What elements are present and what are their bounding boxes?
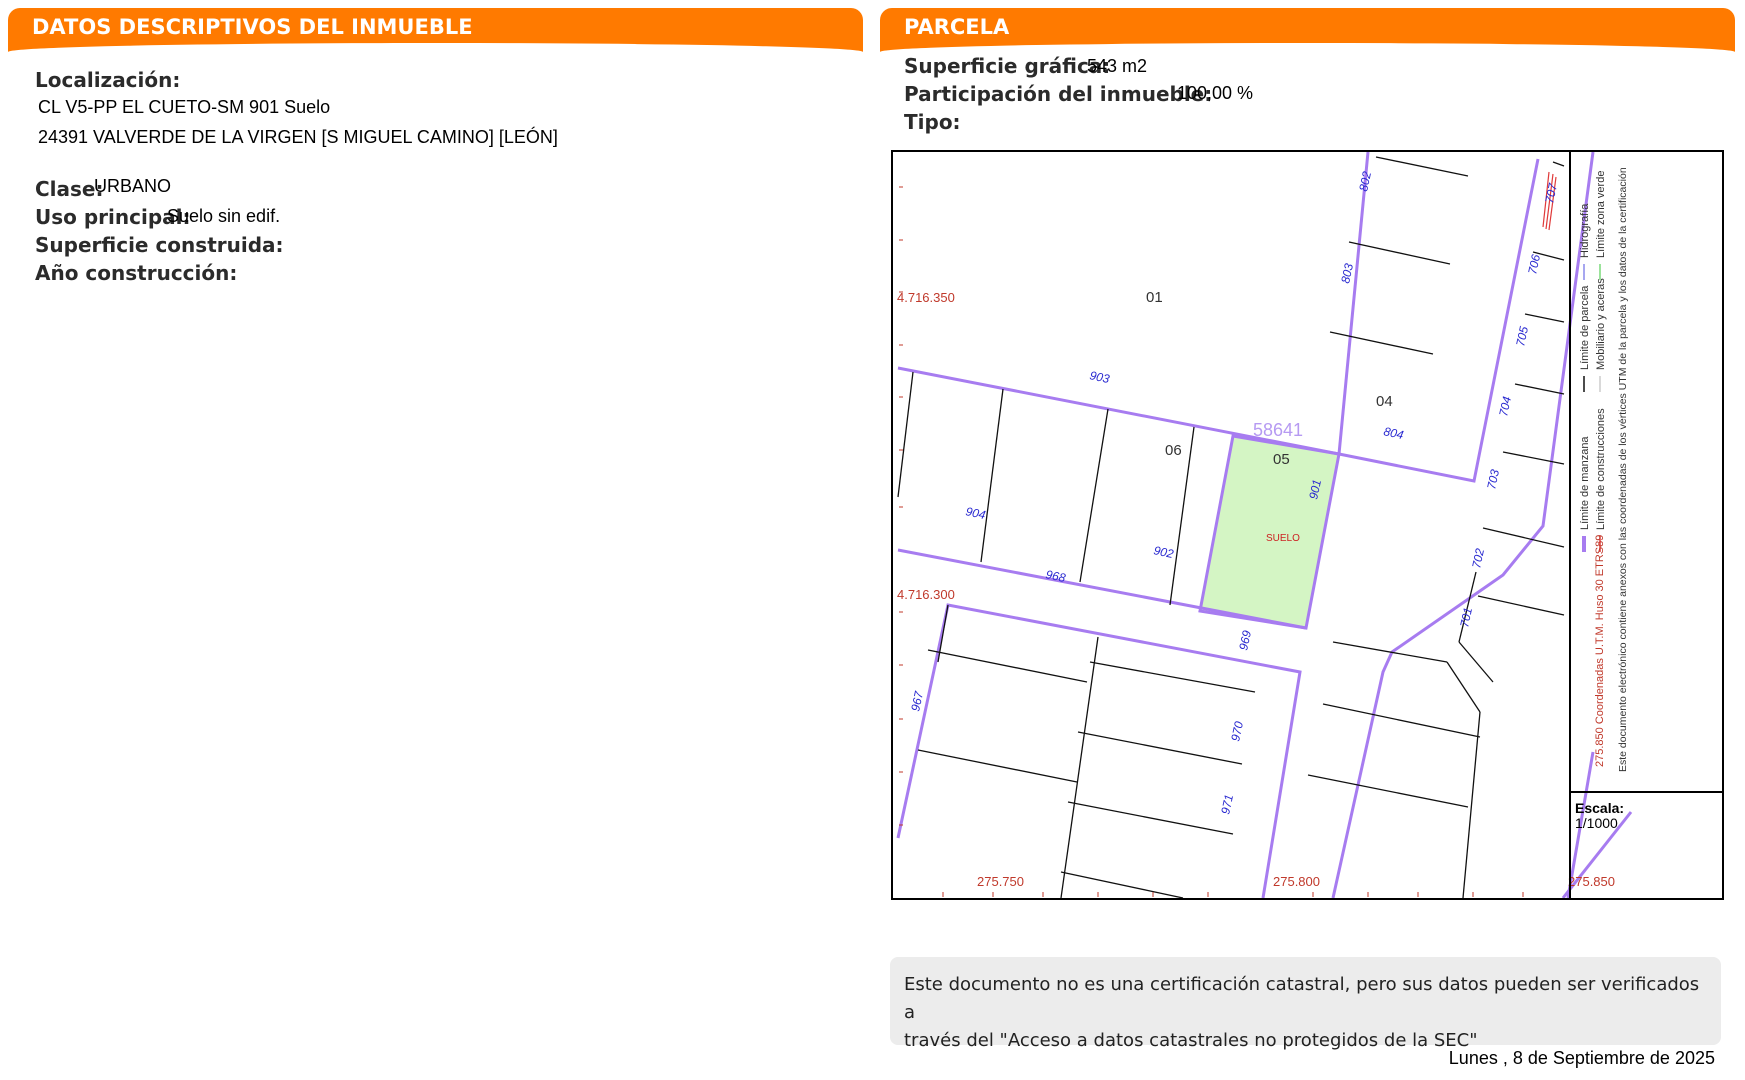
participacion-label: Participación del inmueble:	[904, 82, 1213, 106]
highlighted-parcel	[1198, 434, 1341, 630]
street-number: 804	[1382, 424, 1405, 442]
x-coord-label: 275.750	[977, 874, 1024, 889]
street-number: 902	[1152, 543, 1175, 561]
street-number: 706	[1525, 253, 1543, 276]
y-coord-label: 4.716.350	[897, 290, 955, 305]
parcel-use-label: SUELO	[1266, 533, 1300, 544]
legend-electronic-note: Este documento electrónico contiene anex…	[1617, 167, 1629, 772]
disclaimer-box: Este documento no es una certificación c…	[890, 957, 1721, 1051]
legend-zona-verde: Límite zona verde	[1595, 171, 1607, 258]
parcel-label: 05	[1273, 451, 1290, 468]
cadastral-map: 4.716.350 4.716.300 275.750 275.800 275.…	[891, 150, 1724, 900]
uso-principal-value: Suelo sin edif.	[167, 206, 281, 226]
x-coord-label: 275.800	[1273, 874, 1320, 889]
axis-ticks	[899, 186, 1524, 897]
street-number: 802	[1356, 170, 1374, 193]
street-number: 702	[1469, 547, 1487, 570]
property-data-panel: DATOS DESCRIPTIVOS DEL INMUEBLE	[8, 8, 863, 1068]
localizacion-label: Localización:	[35, 68, 181, 92]
street-number: 903	[1088, 368, 1111, 386]
street-number: 707	[1542, 181, 1560, 205]
disclaimer-line-1: Este documento no es una certificación c…	[904, 974, 1700, 1023]
street-number: 967	[908, 689, 926, 713]
tipo-label: Tipo:	[904, 110, 961, 134]
clase-value: URBANO	[94, 176, 172, 196]
x-coord-label: 275.850	[1568, 874, 1615, 889]
scale-label: Escala:	[1575, 800, 1624, 816]
street-number: 704	[1496, 395, 1514, 418]
parcel-header: PARCELA	[880, 8, 1735, 52]
ano-construccion-label: Año construcción:	[35, 261, 238, 285]
legend-column-2: Límite de construcciones Mobiliario y ac…	[1595, 171, 1607, 552]
legend-hidrografia: Hidrografía	[1579, 203, 1591, 258]
legend-parcela: Límite de parcela	[1579, 285, 1591, 370]
document-date: Lunes , 8 de Septiembre de 2025	[1448, 1048, 1715, 1068]
parcel-label: 01	[1146, 289, 1163, 306]
property-data-header: DATOS DESCRIPTIVOS DEL INMUEBLE	[8, 8, 863, 52]
parcel-label: 04	[1376, 393, 1393, 410]
superficie-grafica-label: Superficie gráfica:	[904, 54, 1111, 78]
address-line-2: 24391 VALVERDE DE LA VIRGEN [S MIGUEL CA…	[38, 127, 558, 147]
scale-value: 1/1000	[1575, 815, 1618, 831]
street-number: 970	[1228, 720, 1246, 743]
address-line-1: CL V5-PP EL CUETO-SM 901 Suelo	[38, 97, 331, 117]
parcel-label: 06	[1165, 442, 1182, 459]
superficie-construida-label: Superficie construida:	[35, 233, 284, 257]
legend-mobiliario: Mobiliario y aceras	[1595, 278, 1607, 370]
legend-construcciones: Límite de construcciones	[1595, 408, 1607, 530]
street-number: 968	[1044, 567, 1067, 585]
block-number: 58641	[1253, 420, 1303, 440]
legend-coords-note: 275.850 Coordenadas U.T.M. Huso 30 ETRS8…	[1594, 535, 1606, 767]
street-number: 969	[1236, 629, 1254, 652]
street-number: 803	[1338, 262, 1356, 285]
legend-manzana: Límite de manzana	[1579, 436, 1591, 530]
street-number: 904	[964, 504, 987, 522]
street-number: 703	[1484, 468, 1502, 491]
cadastral-map-svg: 4.716.350 4.716.300 275.750 275.800 275.…	[896, 152, 1722, 898]
street-number: 705	[1513, 325, 1531, 348]
superficie-grafica-value: 543 m2	[1087, 56, 1148, 76]
legend-column-1: Límite de manzana Límite de parcela Hidr…	[1579, 203, 1591, 552]
street-number: 701	[1457, 606, 1475, 629]
street-number: 971	[1218, 793, 1236, 816]
y-coord-label: 4.716.300	[897, 587, 955, 602]
participacion-value: 100,00 %	[1177, 83, 1254, 103]
